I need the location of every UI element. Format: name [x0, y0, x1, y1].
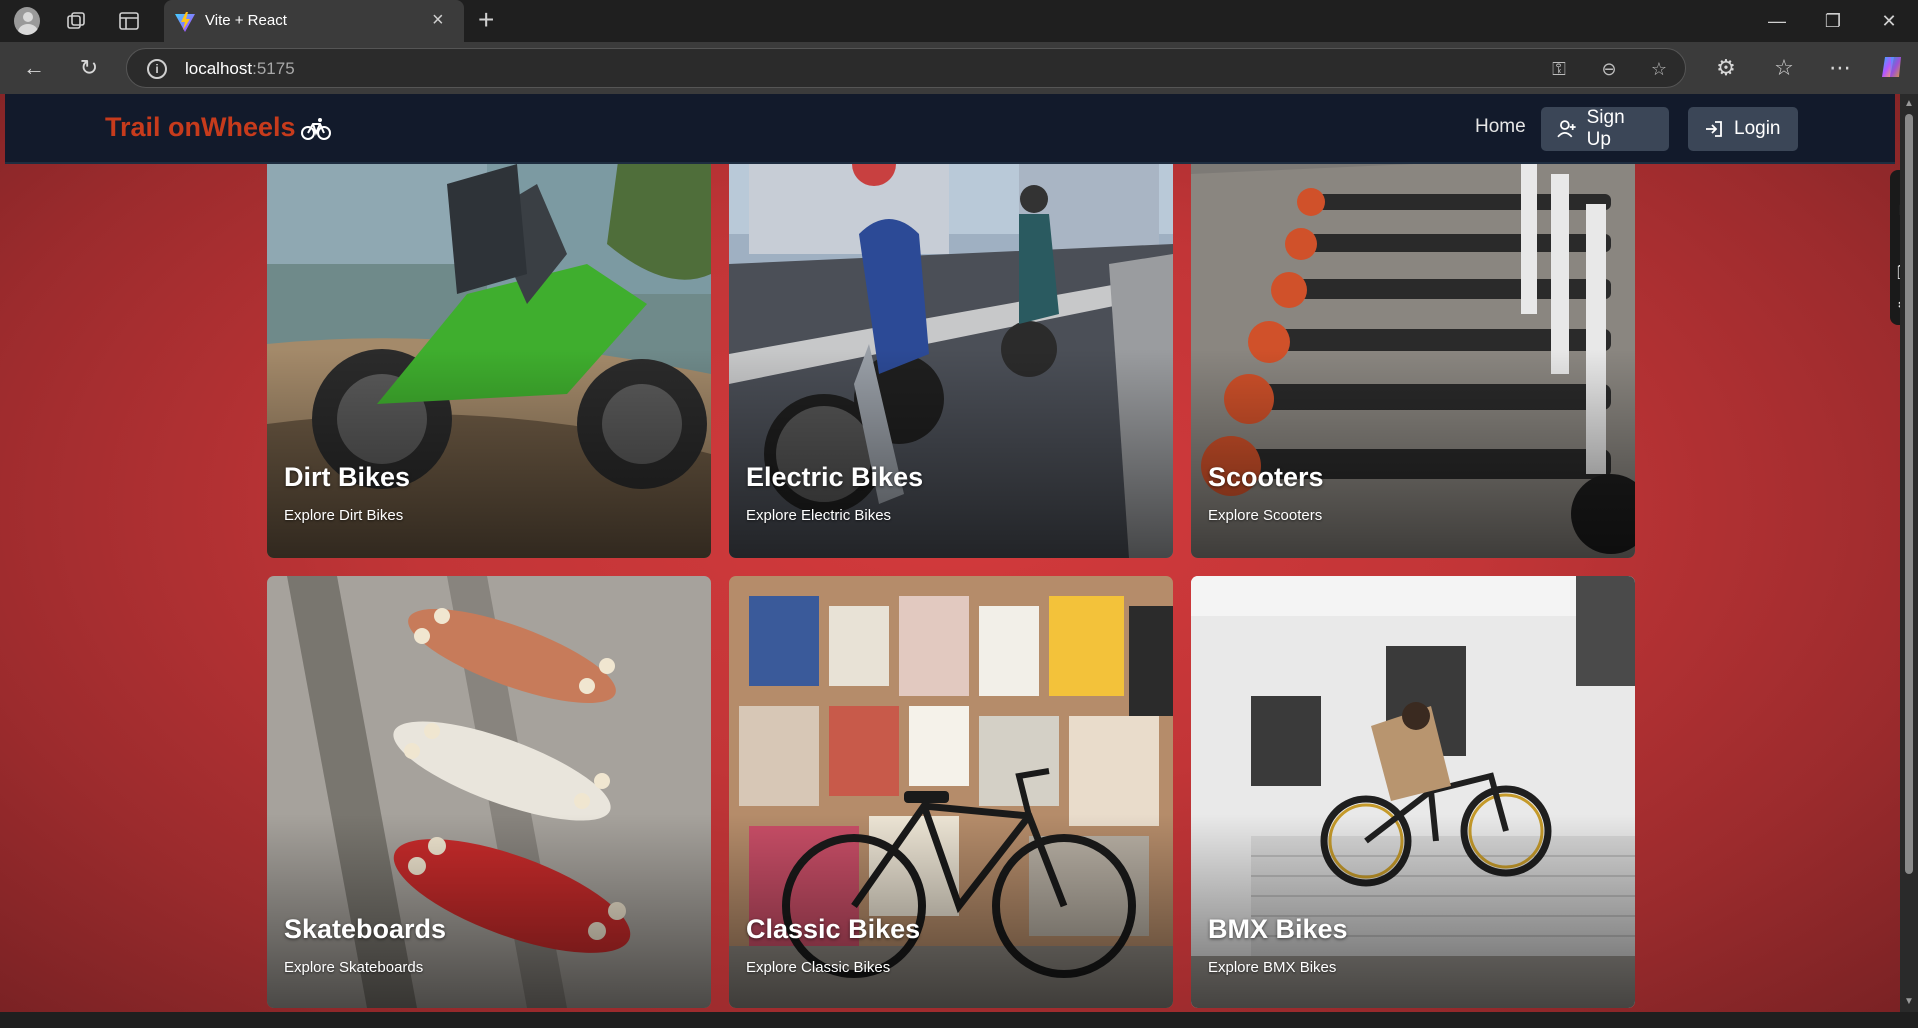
card-skateboards[interactable]: Skateboards Explore Skateboards — [267, 576, 711, 1008]
card-link[interactable]: Explore Skateboards — [284, 959, 423, 976]
card-title: Scooters — [1208, 462, 1324, 492]
browser-toolbar: ← ↻ i localhost:5175 ⚿ ⊖ ☆ ⚙ ☆ ⋯ — [0, 42, 1918, 94]
scroll-thumb[interactable] — [1905, 114, 1913, 874]
tab-close-icon[interactable]: × — [432, 9, 444, 31]
card-link[interactable]: Explore Scooters — [1208, 507, 1322, 524]
card-title: Dirt Bikes — [284, 462, 411, 492]
brand-logo[interactable]: Trail onWheels — [105, 112, 296, 143]
address-bar-input[interactable]: i localhost:5175 ⚿ ⊖ ☆ — [126, 48, 1686, 88]
new-tab-icon[interactable]: + — [478, 6, 494, 34]
scroll-down-icon[interactable]: ▼ — [1903, 996, 1915, 1008]
sign-up-button[interactable]: Sign Up — [1541, 107, 1669, 151]
reload-icon[interactable]: ↻ — [75, 54, 103, 82]
bicycle-icon — [301, 118, 331, 140]
restore-icon[interactable]: ❐ — [1818, 8, 1848, 34]
more-options-icon[interactable]: ⋯ — [1826, 54, 1854, 82]
back-icon[interactable]: ← — [20, 54, 48, 82]
password-key-icon[interactable]: ⚿ — [1547, 57, 1571, 81]
card-bmx-bikes[interactable]: BMX Bikes Explore BMX Bikes — [1191, 576, 1635, 1008]
user-plus-icon — [1557, 120, 1576, 138]
card-title: Classic Bikes — [746, 914, 921, 944]
profile-avatar-icon[interactable] — [14, 7, 40, 35]
login-label: Login — [1734, 118, 1781, 139]
scroll-up-icon[interactable]: ▲ — [1903, 98, 1915, 110]
workspaces-icon[interactable] — [64, 8, 90, 34]
sign-up-label: Sign Up — [1586, 107, 1625, 150]
browser-bottom-edge — [0, 1012, 1918, 1028]
extensions-icon[interactable]: ⚙ — [1712, 54, 1740, 82]
card-link[interactable]: Explore Electric Bikes — [746, 507, 891, 524]
window-close-icon[interactable]: ✕ — [1874, 8, 1904, 34]
site-info-icon[interactable]: i — [147, 59, 167, 79]
card-title: Skateboards — [284, 914, 447, 944]
browser-titlebar: Vite + React × + — ❐ ✕ — [0, 0, 1918, 42]
page-scrollbar[interactable]: ▲ ▼ — [1900, 94, 1918, 1012]
card-link[interactable]: Explore Dirt Bikes — [284, 507, 403, 524]
login-button[interactable]: Login — [1688, 107, 1798, 151]
card-classic-bikes[interactable]: Classic Bikes Explore Classic Bikes — [729, 576, 1173, 1008]
card-title: Electric Bikes — [746, 462, 924, 492]
favorite-star-icon[interactable]: ☆ — [1647, 57, 1671, 81]
card-link[interactable]: Explore BMX Bikes — [1208, 959, 1336, 976]
copilot-icon[interactable] — [1878, 54, 1906, 82]
url-text: localhost:5175 — [185, 59, 295, 78]
page-viewport: Dirt Bikes Explore Dirt Bikes Electric B… — [0, 94, 1900, 1012]
zoom-out-icon[interactable]: ⊖ — [1597, 57, 1621, 81]
login-icon — [1706, 121, 1722, 137]
card-title: BMX Bikes — [1208, 914, 1348, 944]
nav-home-link[interactable]: Home — [1475, 116, 1526, 138]
tab-title: Vite + React — [205, 12, 287, 29]
card-link[interactable]: Explore Classic Bikes — [746, 959, 890, 976]
vite-logo-icon — [175, 12, 195, 32]
tab-actions-icon[interactable] — [116, 8, 142, 34]
favorites-icon[interactable]: ☆ — [1770, 54, 1798, 82]
minimize-icon[interactable]: — — [1762, 8, 1792, 34]
site-navbar: Trail onWheels Home Sign Up Login — [5, 94, 1895, 164]
